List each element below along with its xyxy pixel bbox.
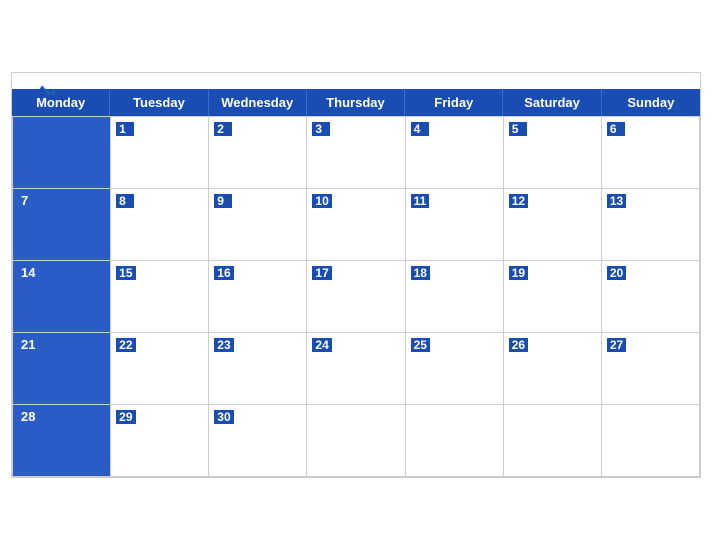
day-cell — [602, 404, 700, 476]
day-number: 29 — [116, 410, 135, 424]
day-cell: 16 — [209, 260, 307, 332]
day-number: 10 — [312, 194, 331, 208]
day-cell: 8 — [111, 188, 209, 260]
days-header: MondayTuesdayWednesdayThursdayFridaySatu… — [12, 89, 700, 116]
day-number: 8 — [116, 194, 134, 208]
day-number: 18 — [411, 266, 430, 280]
day-cell — [406, 404, 504, 476]
day-number: 1 — [116, 122, 134, 136]
day-number: 15 — [116, 266, 135, 280]
day-number: 11 — [411, 194, 430, 208]
day-cell: 13 — [602, 188, 700, 260]
day-number: 4 — [411, 122, 429, 136]
day-number: 24 — [312, 338, 331, 352]
day-cell: 5 — [504, 116, 602, 188]
day-cell: 26 — [504, 332, 602, 404]
calendar: MondayTuesdayWednesdayThursdayFridaySatu… — [11, 72, 701, 478]
day-cell — [13, 116, 111, 188]
day-cell: 2 — [209, 116, 307, 188]
day-cell: 7 — [13, 188, 111, 260]
day-number: 23 — [214, 338, 233, 352]
day-number: 14 — [18, 265, 38, 280]
day-cell: 29 — [111, 404, 209, 476]
day-header-tuesday: Tuesday — [110, 89, 208, 116]
day-cell: 10 — [307, 188, 405, 260]
day-number: 26 — [509, 338, 528, 352]
day-number: 6 — [607, 122, 625, 136]
calendar-grid: 1234567891011121314151617181920212223242… — [12, 116, 700, 477]
logo — [28, 81, 56, 101]
day-header-friday: Friday — [405, 89, 503, 116]
day-number: 19 — [509, 266, 528, 280]
day-number: 25 — [411, 338, 430, 352]
day-header-wednesday: Wednesday — [209, 89, 307, 116]
day-number: 5 — [509, 122, 527, 136]
day-number: 28 — [18, 409, 38, 424]
calendar-header — [12, 73, 700, 89]
day-cell: 19 — [504, 260, 602, 332]
day-cell: 3 — [307, 116, 405, 188]
day-number: 21 — [18, 337, 38, 352]
day-number: 2 — [214, 122, 232, 136]
day-cell: 9 — [209, 188, 307, 260]
day-cell: 4 — [406, 116, 504, 188]
day-number: 22 — [116, 338, 135, 352]
logo-icon — [28, 81, 56, 101]
day-cell: 20 — [602, 260, 700, 332]
day-cell: 6 — [602, 116, 700, 188]
day-number: 9 — [214, 194, 232, 208]
day-cell: 28 — [13, 404, 111, 476]
day-cell: 24 — [307, 332, 405, 404]
day-number: 17 — [312, 266, 331, 280]
day-cell: 18 — [406, 260, 504, 332]
day-number: 13 — [607, 194, 626, 208]
day-header-saturday: Saturday — [503, 89, 601, 116]
day-header-thursday: Thursday — [307, 89, 405, 116]
day-number: 30 — [214, 410, 233, 424]
day-number: 20 — [607, 266, 626, 280]
day-cell: 23 — [209, 332, 307, 404]
day-cell: 30 — [209, 404, 307, 476]
day-header-monday: Monday — [12, 89, 110, 116]
day-cell: 1 — [111, 116, 209, 188]
day-cell — [307, 404, 405, 476]
day-number: 12 — [509, 194, 528, 208]
day-cell: 22 — [111, 332, 209, 404]
day-number: 16 — [214, 266, 233, 280]
day-number: 3 — [312, 122, 330, 136]
day-cell: 25 — [406, 332, 504, 404]
day-cell: 17 — [307, 260, 405, 332]
day-cell: 12 — [504, 188, 602, 260]
day-cell: 15 — [111, 260, 209, 332]
day-cell: 27 — [602, 332, 700, 404]
day-number: 27 — [607, 338, 626, 352]
day-cell: 21 — [13, 332, 111, 404]
day-header-sunday: Sunday — [602, 89, 700, 116]
day-cell: 11 — [406, 188, 504, 260]
day-cell: 14 — [13, 260, 111, 332]
day-cell — [504, 404, 602, 476]
day-number: 7 — [18, 193, 36, 208]
